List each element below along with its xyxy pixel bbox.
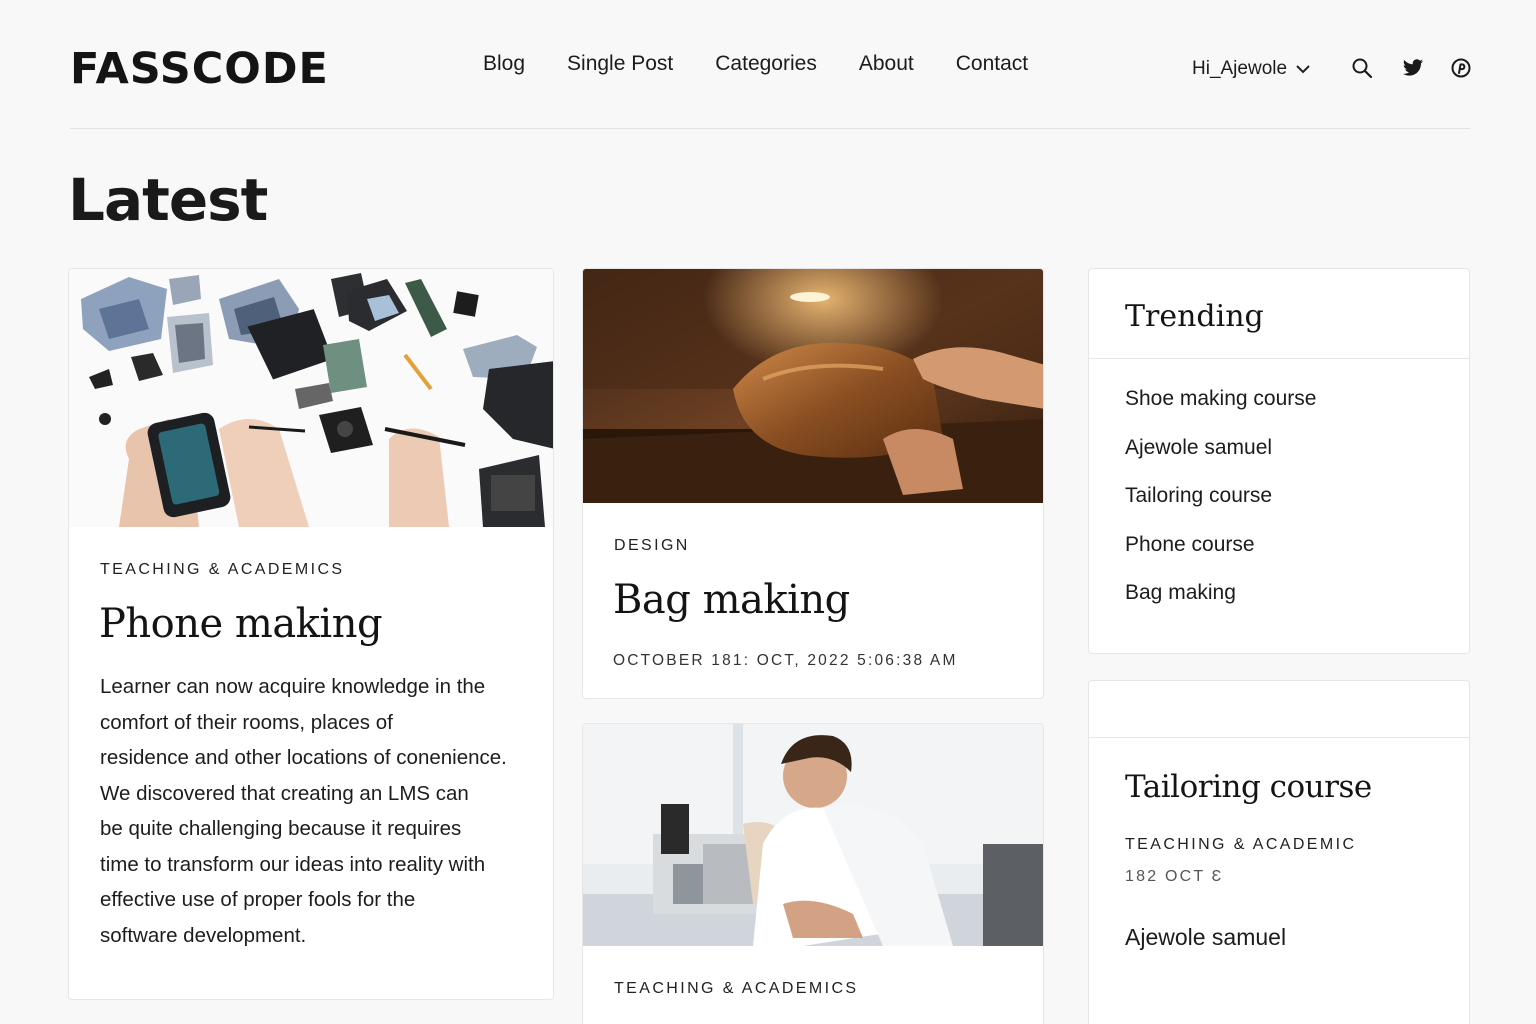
trending-item[interactable]: Shoe making course bbox=[1125, 387, 1316, 436]
nav-categories[interactable]: Categories bbox=[715, 52, 817, 76]
nav-blog[interactable]: Blog bbox=[483, 52, 525, 76]
featured-post-category[interactable]: TEACHING & ACADEMIC bbox=[1125, 836, 1356, 854]
post-date: OCTOBER 181: OCT, 2022 5:06:38 AM bbox=[613, 652, 958, 669]
nav-about[interactable]: About bbox=[859, 52, 914, 76]
user-menu-label: Hi_Ajewole bbox=[1192, 58, 1288, 79]
featured-post-date: 182 OCT Ɛ bbox=[1125, 868, 1224, 885]
widget-title: Trending bbox=[1125, 299, 1264, 334]
post-category[interactable]: TEACHING & ACADEMICS bbox=[614, 980, 858, 998]
post-image[interactable] bbox=[583, 724, 1043, 946]
sewing-machine-photo bbox=[583, 724, 1043, 946]
post-image[interactable] bbox=[583, 269, 1043, 503]
featured-post-author[interactable]: Ajewole samuel bbox=[1125, 924, 1286, 951]
excerpt-line: time to transform our ideas into reality… bbox=[100, 852, 486, 876]
trending-item[interactable]: Ajewole samuel bbox=[1125, 436, 1316, 485]
excerpt-line: be quite challenging because it requires bbox=[100, 817, 462, 840]
chevron-down-icon bbox=[1296, 65, 1310, 74]
site-logo[interactable]: FASSCODE bbox=[70, 44, 329, 94]
header-divider bbox=[70, 128, 1470, 129]
widget-header: Trending bbox=[1089, 269, 1469, 359]
post-title[interactable]: Phone making bbox=[99, 601, 383, 647]
user-menu[interactable]: Hi_Ajewole bbox=[1192, 58, 1311, 80]
excerpt-line: effective use of proper fools for the bbox=[100, 888, 416, 911]
excerpt-line: residence and other locations of conenie… bbox=[100, 746, 507, 769]
featured-post-widget[interactable]: Tailoring course TEACHING & ACADEMIC 182… bbox=[1088, 680, 1470, 1024]
excerpt-line: Learner can now acquire knowledge in the bbox=[100, 675, 486, 698]
excerpt-line: We discovered that creating an LMS can bbox=[100, 781, 469, 805]
page-title: Latest bbox=[68, 166, 268, 234]
pinterest-icon[interactable] bbox=[1450, 57, 1472, 79]
trending-item[interactable]: Tailoring course bbox=[1125, 484, 1316, 533]
post-image[interactable] bbox=[69, 269, 553, 527]
post-card-phone-making[interactable]: TEACHING & ACADEMICS Phone making Learne… bbox=[68, 268, 554, 1000]
trending-item[interactable]: Phone course bbox=[1125, 533, 1316, 582]
twitter-icon[interactable] bbox=[1402, 57, 1424, 79]
widget-divider bbox=[1089, 737, 1469, 738]
trending-widget: Trending Shoe making course Ajewole samu… bbox=[1088, 268, 1470, 654]
nav-single-post[interactable]: Single Post bbox=[567, 52, 673, 76]
main-nav: Blog Single Post Categories About Contac… bbox=[483, 52, 1070, 76]
post-card-bag-making[interactable]: DESIGN Bag making OCTOBER 181: OCT, 2022… bbox=[582, 268, 1044, 699]
excerpt-line: comfort of their rooms, places of bbox=[100, 710, 393, 734]
excerpt-line: software development. bbox=[100, 923, 307, 947]
site-header: FASSCODE Blog Single Post Categories Abo… bbox=[0, 0, 1536, 130]
post-category[interactable]: DESIGN bbox=[614, 537, 690, 555]
trending-list: Shoe making course Ajewole samuel Tailor… bbox=[1125, 387, 1316, 630]
featured-post-title[interactable]: Tailoring course bbox=[1125, 769, 1372, 805]
post-card-tailoring[interactable]: TEACHING & ACADEMICS bbox=[582, 723, 1044, 1024]
leather-work-photo bbox=[583, 269, 1043, 503]
phone-repair-illustration bbox=[69, 269, 553, 527]
post-category[interactable]: TEACHING & ACADEMICS bbox=[100, 561, 344, 579]
search-icon[interactable] bbox=[1351, 57, 1373, 79]
nav-contact[interactable]: Contact bbox=[956, 52, 1028, 76]
trending-item[interactable]: Bag making bbox=[1125, 581, 1316, 630]
post-excerpt: Learner can now acquire knowledge in the… bbox=[100, 669, 540, 953]
post-title[interactable]: Bag making bbox=[613, 577, 850, 623]
